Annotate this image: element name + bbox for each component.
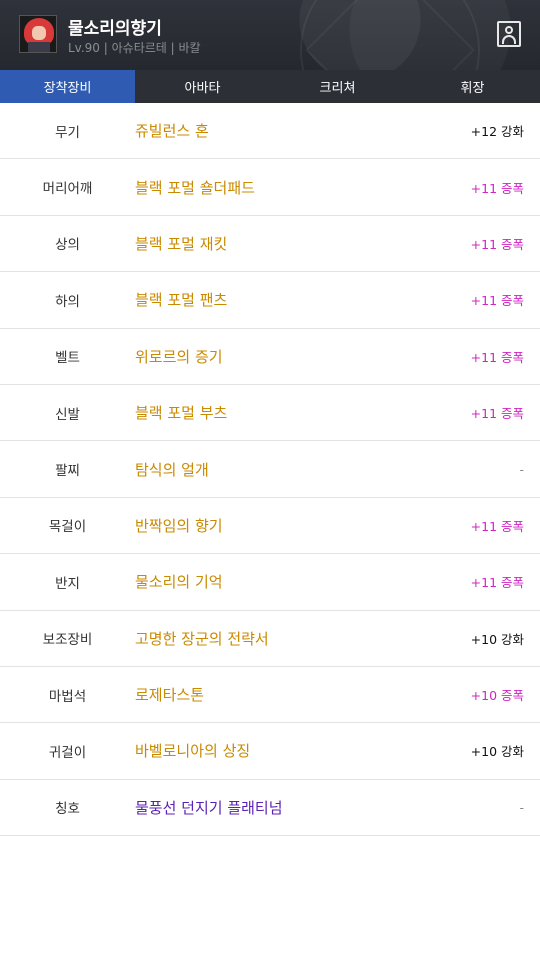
tab-emblem[interactable]: 휘장 bbox=[405, 70, 540, 103]
item-name[interactable]: 반짝임의 향기 bbox=[135, 515, 440, 536]
slot-label: 귀걸이 bbox=[48, 744, 87, 761]
item-name[interactable]: 블랙 포멀 부츠 bbox=[135, 402, 440, 423]
item-name[interactable]: 바벨로니아의 상징 bbox=[135, 740, 440, 761]
item-name[interactable]: 블랙 포멀 재킷 bbox=[135, 233, 440, 254]
slot-label: 팔찌 bbox=[55, 463, 80, 480]
slot-label: 상의 bbox=[55, 237, 80, 254]
item-name[interactable]: 고명한 장군의 전략서 bbox=[135, 628, 440, 649]
app-header: 물소리의향기 Lv.90 | 아슈타르테 | 바칼 bbox=[0, 0, 540, 140]
enhance-level: +10 강화 bbox=[470, 744, 524, 760]
list-item[interactable]: 칭호 물풍선 던지기 플래티넘 - bbox=[0, 780, 540, 837]
slot-label: 신발 bbox=[55, 406, 80, 423]
list-item[interactable]: 팔찌 탐식의 얼개 - bbox=[0, 441, 540, 498]
enhance-level: +11 증폭 bbox=[470, 518, 524, 534]
list-item[interactable]: 신발 블랙 포멀 부츠 +11 증폭 bbox=[0, 385, 540, 442]
enhance-level: +11 증폭 bbox=[470, 575, 524, 591]
list-item[interactable]: 반지 물소리의 기억 +11 증폭 bbox=[0, 554, 540, 611]
item-name[interactable]: 물소리의 기억 bbox=[135, 571, 440, 592]
enhance-level: +11 증폭 bbox=[470, 349, 524, 365]
item-name[interactable]: 쥬빌런스 혼 bbox=[135, 120, 440, 141]
list-item[interactable]: 머리어깨 블랙 포멀 숄더패드 +11 증폭 bbox=[0, 159, 540, 216]
slot-label: 목걸이 bbox=[48, 519, 87, 536]
list-item[interactable]: 보조장비 고명한 장군의 전략서 +10 강화 bbox=[0, 611, 540, 667]
enhance-level: +11 증폭 bbox=[470, 180, 524, 196]
slot-label: 벨트 bbox=[55, 350, 80, 367]
tab-equipment[interactable]: 장착장비 bbox=[0, 70, 135, 103]
item-name[interactable]: 위로르의 증기 bbox=[135, 346, 440, 367]
slot-label: 마법석 bbox=[48, 688, 87, 705]
enhance-level: +10 증폭 bbox=[470, 688, 524, 704]
slot-label: 머리어깨 bbox=[42, 181, 93, 198]
enhance-level: +11 증폭 bbox=[470, 406, 524, 422]
list-item[interactable]: 귀걸이 바벨로니아의 상징 +10 강화 bbox=[0, 723, 540, 780]
slot-label: 칭호 bbox=[55, 801, 80, 818]
slot-label: 무기 bbox=[55, 124, 80, 141]
enhance-level: +11 증폭 bbox=[470, 236, 524, 252]
enhance-level: - bbox=[519, 461, 524, 477]
list-item[interactable]: 하의 블랙 포멀 팬츠 +11 증폭 bbox=[0, 272, 540, 329]
item-name[interactable]: 블랙 포멀 팬츠 bbox=[135, 289, 440, 310]
item-name[interactable]: 블랙 포멀 숄더패드 bbox=[135, 177, 440, 198]
tab-creature[interactable]: 크리쳐 bbox=[270, 70, 405, 103]
character-info: Lv.90 | 아슈타르테 | 바칼 bbox=[68, 41, 201, 55]
profile-icon[interactable] bbox=[497, 21, 521, 47]
item-name[interactable]: 물풍선 던지기 플래티넘 bbox=[135, 797, 440, 818]
list-item[interactable]: 상의 블랙 포멀 재킷 +11 증폭 bbox=[0, 216, 540, 273]
enhance-level: - bbox=[519, 799, 524, 815]
list-item[interactable]: 목걸이 반짝임의 향기 +11 증폭 bbox=[0, 498, 540, 555]
list-item[interactable]: 벨트 위로르의 증기 +11 증폭 bbox=[0, 329, 540, 385]
avatar bbox=[19, 15, 57, 53]
enhance-level: +12 강화 bbox=[470, 124, 524, 140]
character-name: 물소리의향기 bbox=[68, 19, 162, 39]
slot-label: 보조장비 bbox=[42, 632, 93, 649]
list-item[interactable]: 마법석 로제타스톤 +10 증폭 bbox=[0, 667, 540, 724]
slot-label: 반지 bbox=[55, 575, 80, 592]
item-name[interactable]: 탐식의 얼개 bbox=[135, 459, 440, 480]
tab-bar: 장착장비 아바타 크리쳐 휘장 bbox=[0, 70, 540, 103]
list-item[interactable]: 무기 쥬빌런스 혼 +12 강화 bbox=[0, 103, 540, 160]
enhance-level: +11 증폭 bbox=[470, 293, 524, 309]
item-name[interactable]: 로제타스톤 bbox=[135, 684, 440, 705]
equipment-list: 무기 쥬빌런스 혼 +12 강화 머리어깨 블랙 포멀 숄더패드 +11 증폭 상의 블랙 포… bbox=[0, 103, 540, 837]
slot-label: 하의 bbox=[55, 293, 80, 310]
tab-avatar[interactable]: 아바타 bbox=[135, 70, 270, 103]
enhance-level: +10 강화 bbox=[470, 631, 524, 647]
